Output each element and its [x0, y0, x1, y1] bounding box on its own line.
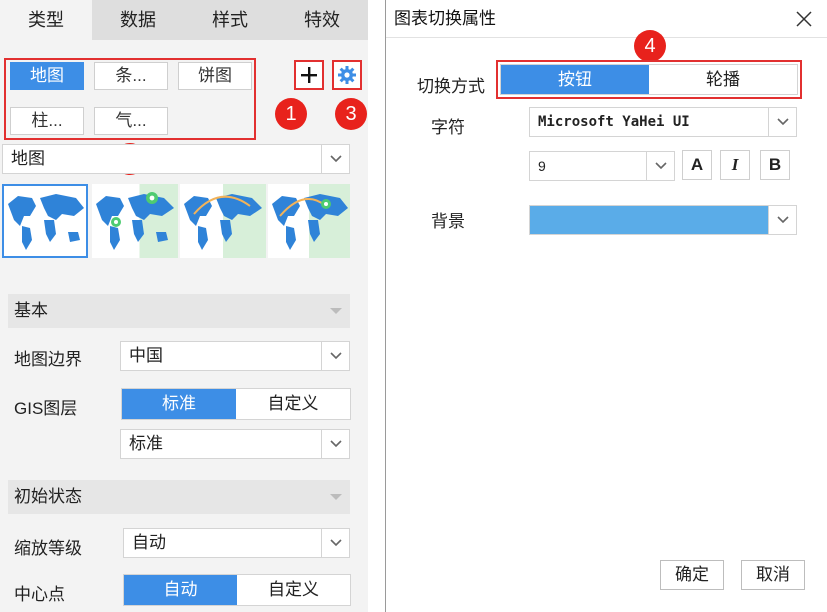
- callout-badge-3: 3: [335, 98, 367, 130]
- chart-type-bar[interactable]: 条...: [94, 62, 168, 90]
- plus-icon: [301, 67, 317, 83]
- cancel-button[interactable]: 取消: [741, 560, 805, 590]
- map-border-value: 中国: [129, 346, 163, 365]
- chevron-down-icon: [646, 152, 674, 180]
- chart-type-pie[interactable]: 饼图: [178, 62, 252, 90]
- chart-subtype-value: 地图: [11, 149, 45, 168]
- tab-effects[interactable]: 特效: [276, 0, 368, 40]
- map-style-thumbnail-4[interactable]: [268, 184, 350, 258]
- map-style-thumbnail-2[interactable]: [92, 184, 178, 258]
- chevron-down-icon: [321, 430, 349, 458]
- chart-type-map[interactable]: 地图: [10, 62, 84, 90]
- section-basic[interactable]: 基本: [8, 294, 350, 328]
- dialog-title-bar: 图表切换属性: [386, 0, 827, 38]
- switch-mode-option-button[interactable]: 按钮: [501, 65, 649, 94]
- world-map-icon: [8, 194, 84, 250]
- tab-type[interactable]: 类型: [0, 0, 92, 40]
- chart-type-column[interactable]: 柱...: [10, 107, 84, 135]
- chart-type-bubble[interactable]: 气...: [94, 107, 168, 135]
- font-family-value: Microsoft YaHei UI: [538, 114, 690, 130]
- chart-property-panel: 类型 数据 样式 特效 地图 条... 饼图 柱... 气... 1 3 地图 …: [0, 0, 368, 612]
- gear-icon: [338, 66, 356, 84]
- switch-mode-label: 切换方式: [417, 77, 485, 96]
- map-style-thumbnail-3[interactable]: [180, 184, 266, 258]
- background-label: 背景: [431, 212, 465, 231]
- ok-button[interactable]: 确定: [660, 560, 724, 590]
- font-label: 字符: [431, 118, 465, 137]
- chevron-down-icon: [321, 342, 349, 370]
- close-icon[interactable]: [794, 9, 814, 29]
- chart-switch-settings-button[interactable]: [332, 60, 362, 90]
- gis-layer-option-custom[interactable]: 自定义: [236, 389, 350, 419]
- gis-layer-option-standard[interactable]: 标准: [122, 389, 236, 419]
- add-chart-button[interactable]: [294, 60, 324, 90]
- gis-layer-segmented: 标准 自定义: [121, 388, 351, 420]
- zoom-level-value: 自动: [132, 533, 166, 552]
- gis-layer-select[interactable]: 标准: [120, 429, 350, 459]
- center-point-label: 中心点: [14, 585, 65, 604]
- world-map-flow-icon: [184, 194, 262, 250]
- background-color-swatch: [530, 206, 768, 234]
- tab-data[interactable]: 数据: [92, 0, 184, 40]
- chevron-down-icon: [321, 529, 349, 557]
- collapse-triangle-icon: [330, 308, 342, 314]
- background-color-select[interactable]: [529, 205, 797, 235]
- font-family-select[interactable]: Microsoft YaHei UI: [529, 107, 797, 137]
- font-bold-button[interactable]: A: [682, 150, 712, 180]
- map-border-select[interactable]: 中国: [120, 341, 350, 371]
- zoom-level-select[interactable]: 自动: [123, 528, 350, 558]
- center-point-option-custom[interactable]: 自定义: [237, 575, 350, 605]
- gis-layer-select-value: 标准: [129, 434, 163, 453]
- map-border-label: 地图边界: [14, 350, 82, 369]
- switch-mode-segmented: 按钮 轮播: [500, 64, 798, 95]
- font-size-value: 9: [538, 158, 546, 174]
- font-size-select[interactable]: 9: [529, 151, 675, 181]
- section-initial-state-title: 初始状态: [14, 487, 82, 506]
- callout-badge-4: 4: [634, 30, 666, 62]
- font-underline-button[interactable]: B: [760, 150, 790, 180]
- switch-mode-option-carousel[interactable]: 轮播: [649, 65, 797, 94]
- callout-badge-1: 1: [275, 98, 307, 130]
- chart-switch-dialog: 图表切换属性 4 切换方式 按钮 轮播 字符 Microsoft YaHei U…: [385, 0, 827, 612]
- chevron-down-icon: [768, 108, 796, 136]
- zoom-level-label: 缩放等级: [14, 539, 82, 558]
- section-initial-state[interactable]: 初始状态: [8, 480, 350, 514]
- center-point-option-auto[interactable]: 自动: [124, 575, 237, 605]
- tab-bar: 类型 数据 样式 特效: [0, 0, 368, 40]
- center-point-segmented: 自动 自定义: [123, 574, 351, 606]
- section-basic-title: 基本: [14, 301, 48, 320]
- tab-style[interactable]: 样式: [184, 0, 276, 40]
- chevron-down-icon: [321, 145, 349, 173]
- font-italic-button[interactable]: I: [720, 150, 750, 180]
- gis-layer-label: GIS图层: [14, 399, 78, 418]
- collapse-triangle-icon: [330, 494, 342, 500]
- dialog-title: 图表切换属性: [394, 9, 496, 28]
- map-style-thumbnail-1[interactable]: [2, 184, 88, 258]
- world-map-flow-pin-icon: [272, 194, 348, 250]
- chevron-down-icon: [768, 206, 796, 234]
- world-map-pin-icon: [96, 192, 174, 250]
- chart-subtype-select[interactable]: 地图: [2, 144, 350, 174]
